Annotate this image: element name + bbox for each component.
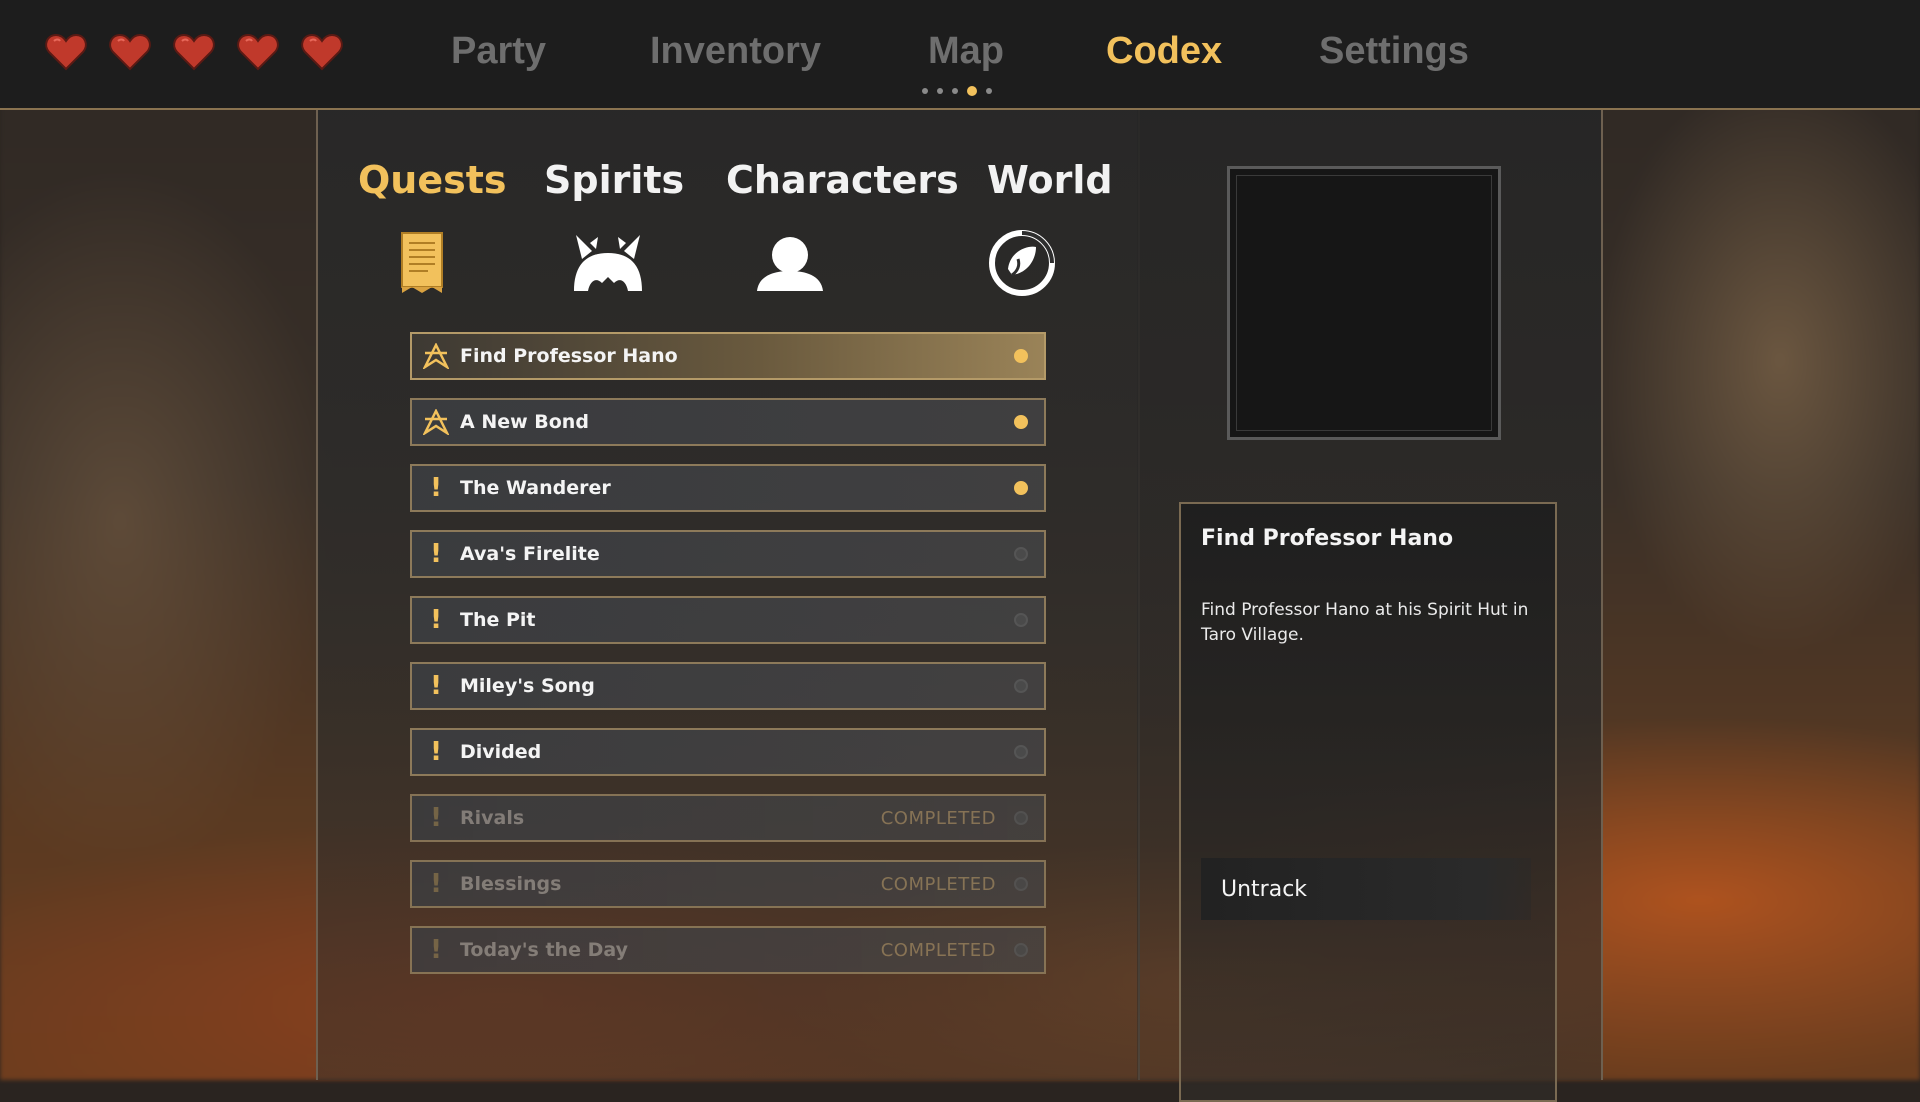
exclamation-icon: ! (430, 935, 442, 965)
quest-status: COMPLETED (880, 807, 996, 829)
quest-row[interactable]: ! Today's the Day COMPLETED (410, 926, 1046, 974)
quest-name: Find Professor Hano (460, 345, 678, 367)
untracked-indicator (1014, 877, 1028, 891)
untracked-indicator (1014, 943, 1028, 957)
main-quest-icon (412, 334, 460, 378)
tab-quests[interactable]: Quests (358, 158, 507, 202)
quest-name: The Pit (460, 609, 536, 631)
exclamation-icon: ! (430, 869, 442, 899)
nav-inventory[interactable]: Inventory (650, 30, 821, 73)
nav-settings[interactable]: Settings (1319, 30, 1469, 73)
exclamation-icon: ! (430, 671, 442, 701)
nav-map[interactable]: Map (928, 30, 1004, 73)
exclamation-icon: ! (430, 737, 442, 767)
quest-row[interactable]: ! Rivals COMPLETED (410, 794, 1046, 842)
quest-detail-panel: Find Professor Hano Find Professor Hano … (1137, 110, 1603, 1102)
untracked-indicator (1014, 613, 1028, 627)
quest-row[interactable]: ! Ava's Firelite (410, 530, 1046, 578)
quest-name: Rivals (460, 807, 525, 829)
quest-name: The Wanderer (460, 477, 611, 499)
tracked-indicator (1014, 415, 1028, 429)
quest-row[interactable]: ! Miley's Song (410, 662, 1046, 710)
page-dot (922, 88, 928, 94)
page-dot (986, 88, 992, 94)
portrait-inner-border (1236, 175, 1492, 431)
detail-description: Find Professor Hano at his Spirit Hut in… (1201, 600, 1529, 645)
quest-row[interactable]: ! The Wanderer (410, 464, 1046, 512)
page-dot-active (967, 86, 977, 96)
quest-name: Divided (460, 741, 542, 763)
exclamation-icon: ! (430, 539, 442, 569)
page-dot (937, 88, 943, 94)
quest-status: COMPLETED (880, 939, 996, 961)
quest-name: Blessings (460, 873, 562, 895)
tab-characters[interactable]: Characters (726, 158, 959, 202)
tab-world[interactable]: World (987, 158, 1113, 202)
main-nav: Party Inventory Map Codex Settings (0, 30, 1920, 90)
quest-name: Miley's Song (460, 675, 595, 697)
quest-name: Ava's Firelite (460, 543, 600, 565)
quest-row[interactable]: ! Divided (410, 728, 1046, 776)
tracked-indicator (1014, 349, 1028, 363)
main-quest-icon (412, 400, 460, 444)
untracked-indicator (1014, 811, 1028, 825)
exclamation-icon: ! (430, 605, 442, 635)
person-icon[interactable] (748, 228, 832, 298)
quest-row[interactable]: Find Professor Hano (410, 332, 1046, 380)
page-indicator (922, 86, 992, 96)
tab-spirits[interactable]: Spirits (544, 158, 684, 202)
quest-detail-card: Find Professor Hano Find Professor Hano … (1179, 502, 1557, 1102)
detail-title: Find Professor Hano (1201, 526, 1454, 551)
quest-row[interactable]: ! Blessings COMPLETED (410, 860, 1046, 908)
top-bar: Party Inventory Map Codex Settings (0, 0, 1920, 110)
quest-name: A New Bond (460, 411, 589, 433)
untracked-indicator (1014, 679, 1028, 693)
scroll-icon[interactable] (380, 228, 464, 298)
tracked-indicator (1014, 481, 1028, 495)
quest-name: Today's the Day (460, 939, 628, 961)
nav-codex[interactable]: Codex (1106, 30, 1222, 73)
spirit-icon[interactable] (566, 228, 650, 298)
codex-list-panel: Quests Spirits Characters World Find Pro… (316, 110, 1140, 1080)
exclamation-icon: ! (430, 803, 442, 833)
untracked-indicator (1014, 745, 1028, 759)
exclamation-icon: ! (430, 473, 442, 503)
untracked-indicator (1014, 547, 1028, 561)
nav-party[interactable]: Party (451, 30, 546, 73)
untrack-button[interactable]: Untrack (1201, 858, 1531, 920)
quest-row[interactable]: A New Bond (410, 398, 1046, 446)
world-emblem-icon[interactable] (980, 228, 1064, 298)
quest-status: COMPLETED (880, 873, 996, 895)
page-dot (952, 88, 958, 94)
quest-row[interactable]: ! The Pit (410, 596, 1046, 644)
quest-portrait-frame (1227, 166, 1501, 440)
